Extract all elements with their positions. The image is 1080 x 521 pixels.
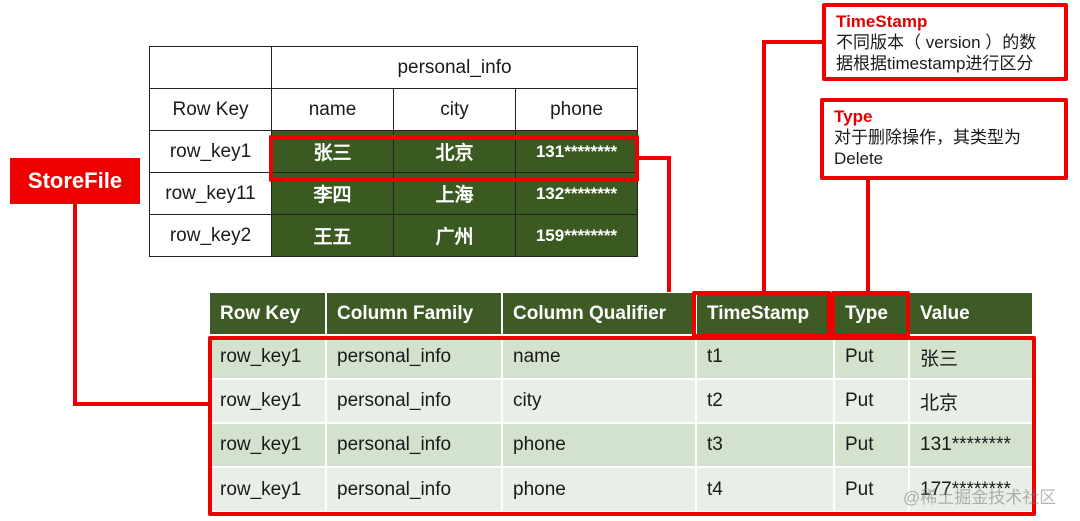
type-note-title: Type: [834, 107, 873, 126]
connector-line: [762, 40, 824, 44]
timestamp-header-highlight: [692, 291, 831, 338]
empty-corner-cell: [149, 46, 272, 89]
connector-line: [73, 402, 210, 406]
connector-line: [667, 156, 671, 292]
row-key-cell: row_key2: [149, 214, 272, 257]
header-name: name: [271, 88, 394, 131]
connector-line: [637, 156, 671, 160]
row-key-cell: row_key11: [149, 172, 272, 215]
row-key1-highlight: [269, 135, 639, 182]
header-phone: phone: [515, 88, 638, 131]
header-value: Value: [909, 293, 1032, 335]
storefile-label: StoreFile: [10, 158, 140, 204]
connector-line: [762, 40, 766, 293]
header-city: city: [393, 88, 516, 131]
connector-line: [866, 178, 870, 293]
type-header-highlight: [831, 291, 910, 338]
timestamp-note-line2: 据根据timestamp进行区分: [836, 54, 1034, 73]
type-note: Type 对于删除操作，其类型为 Delete: [820, 98, 1068, 180]
phone-cell: 159********: [515, 214, 638, 257]
timestamp-note: TimeStamp 不同版本（ version ）的数 据根据timestamp…: [822, 3, 1068, 81]
header-row-key: Row Key: [210, 293, 327, 335]
city-cell: 广州: [393, 214, 516, 257]
type-note-line2: Delete: [834, 149, 884, 168]
timestamp-note-line1: 不同版本（ version ）的数: [836, 33, 1037, 52]
table-row: row_key2 王五 广州 159********: [149, 214, 638, 257]
name-cell: 王五: [271, 214, 394, 257]
column-family-header: personal_info: [271, 46, 638, 89]
row-key-cell: row_key1: [149, 130, 272, 173]
header-column-family: Column Family: [326, 293, 503, 335]
header-column-qualifier: Column Qualifier: [502, 293, 697, 335]
connector-line: [73, 202, 77, 406]
type-note-line1: 对于删除操作，其类型为: [834, 128, 1021, 147]
header-row-key: Row Key: [149, 88, 272, 131]
timestamp-note-title: TimeStamp: [836, 12, 928, 31]
watermark: @稀土掘金技术社区: [903, 488, 1057, 507]
